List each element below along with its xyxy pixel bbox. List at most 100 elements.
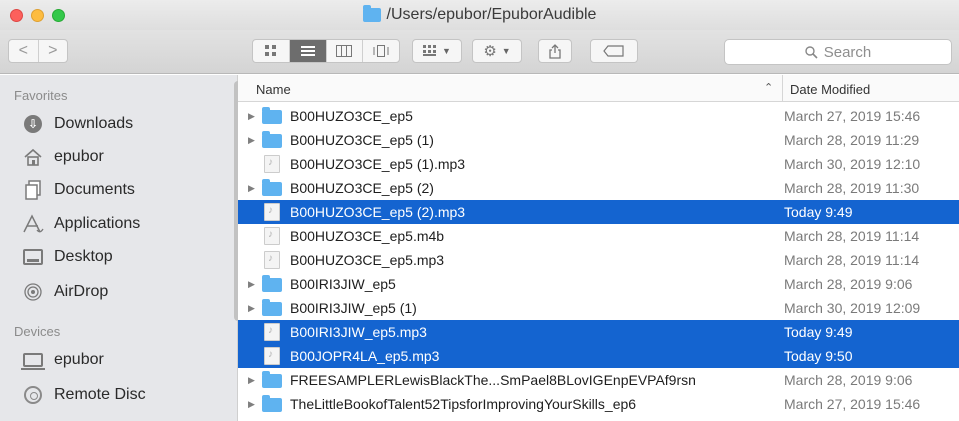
file-name: B00HUZO3CE_ep5.m4b [290, 228, 445, 244]
sidebar-item-label: Applications [54, 215, 141, 232]
sidebar-favorites-header: Favorites [14, 88, 68, 103]
arrange-grid-icon [423, 45, 437, 56]
date-modified: March 27, 2019 15:46 [784, 396, 921, 412]
icon-view-button[interactable] [253, 40, 289, 62]
laptop-icon [21, 349, 45, 371]
sidebar-item-label: Documents [54, 181, 135, 198]
disclosure-triangle-icon[interactable]: ▶ [238, 111, 262, 122]
date-modified: March 28, 2019 9:06 [784, 372, 913, 388]
tag-button[interactable] [590, 39, 638, 63]
back-button[interactable]: < [9, 40, 38, 62]
table-row[interactable]: ▶ B00HUZO3CE_ep5 (2) March 28, 2019 11:30 [238, 176, 959, 200]
file-name: B00IRI3JIW_ep5 [290, 276, 396, 292]
date-modified: Today 9:50 [784, 348, 853, 364]
sidebar-item-label: Remote Disc [54, 386, 146, 403]
column-divider[interactable] [782, 75, 783, 102]
sidebar: Favorites ⇩ Downloads epubor Documents A… [0, 75, 242, 421]
table-row[interactable]: ▶ B00HUZO3CE_ep5 March 27, 2019 15:46 [238, 104, 959, 128]
date-modified: March 28, 2019 9:06 [784, 276, 913, 292]
date-modified: March 28, 2019 11:30 [784, 180, 920, 196]
disclosure-triangle-icon[interactable]: ▶ [238, 303, 262, 314]
sidebar-item-label: Downloads [54, 115, 134, 132]
date-modified: March 28, 2019 11:14 [784, 228, 920, 244]
icon-view-icon [264, 45, 276, 56]
file-name: B00HUZO3CE_ep5.mp3 [290, 252, 445, 268]
audio-file-icon [264, 251, 280, 269]
sidebar-item-label: AirDrop [54, 283, 109, 300]
file-list: Name ⌃ Date Modified ▶ B00HUZO3CE_ep5 Marc… [238, 75, 959, 421]
documents-icon [22, 179, 44, 201]
sidebar-item-device-epubor[interactable]: epubor [21, 346, 104, 374]
search-icon [805, 45, 818, 59]
cover-flow-icon [373, 45, 389, 57]
folder-icon [262, 131, 282, 148]
sidebar-item-desktop[interactable]: Desktop [22, 243, 113, 271]
sidebar-item-remote-disc[interactable]: Remote Disc [22, 381, 146, 409]
sidebar-item-applications[interactable]: Applications [22, 210, 140, 238]
desktop-icon [22, 246, 44, 268]
table-row[interactable]: ▶ B00IRI3JIW_ep5 (1) March 30, 2019 12:09 [238, 296, 959, 320]
arrange-button[interactable]: ▼ [412, 39, 462, 63]
airdrop-icon [22, 281, 44, 303]
column-header-name[interactable]: Name [256, 82, 291, 97]
finder-window: /Users/epubor/EpuborAudible < > ▼ ⚙ ▼ Se… [0, 0, 959, 421]
table-row[interactable]: ▶ B00HUZO3CE_ep5 (1) March 28, 2019 11:29 [238, 128, 959, 152]
disclosure-triangle-icon[interactable]: ▶ [238, 399, 262, 410]
date-modified: March 27, 2019 15:46 [784, 108, 921, 124]
table-row-selected[interactable]: B00IRI3JIW_ep5.mp3 Today 9:49 [238, 320, 959, 344]
table-row[interactable]: B00HUZO3CE_ep5.m4b March 28, 2019 11:14 [238, 224, 959, 248]
file-name: B00HUZO3CE_ep5 [290, 108, 413, 124]
home-icon [22, 146, 44, 168]
file-name: FREESAMPLERLewisBlackThe...SmPael8BLovIG… [290, 372, 696, 388]
sort-ascending-icon: ⌃ [764, 82, 774, 94]
sidebar-item-label: epubor [54, 351, 104, 368]
cover-flow-view-button[interactable] [362, 40, 399, 62]
title-bar[interactable]: /Users/epubor/EpuborAudible [0, 0, 959, 30]
tag-icon [603, 45, 624, 57]
file-rows: ▶ B00HUZO3CE_ep5 March 27, 2019 15:46 ▶ B00… [238, 104, 959, 416]
applications-icon [22, 213, 44, 235]
action-button[interactable]: ⚙ ▼ [472, 39, 522, 63]
column-view-icon [336, 45, 353, 57]
table-row[interactable]: ▶ B00IRI3JIW_ep5 March 28, 2019 9:06 [238, 272, 959, 296]
column-header-date-modified[interactable]: Date Modified [790, 82, 870, 97]
toolbar: < > ▼ ⚙ ▼ Search [0, 30, 959, 74]
share-icon [549, 43, 561, 59]
table-row[interactable]: ▶ FREESAMPLERLewisBlackThe...SmPael8BLovI… [238, 368, 959, 392]
table-row[interactable]: ▶ TheLittleBookofTalent52TipsforImproving… [238, 392, 959, 416]
disclosure-triangle-icon[interactable]: ▶ [238, 135, 262, 146]
sidebar-item-downloads[interactable]: ⇩ Downloads [22, 110, 133, 138]
back-forward-group: < > [8, 39, 68, 63]
table-row[interactable]: B00HUZO3CE_ep5 (1).mp3 March 30, 2019 12:… [238, 152, 959, 176]
disclosure-triangle-icon[interactable]: ▶ [238, 183, 262, 194]
sidebar-item-documents[interactable]: Documents [22, 176, 135, 204]
sidebar-item-label: Desktop [54, 248, 113, 265]
search-field[interactable]: Search [724, 39, 952, 65]
table-row-selected[interactable]: B00HUZO3CE_ep5 (2).mp3 Today 9:49 [238, 200, 959, 224]
downloads-icon: ⇩ [22, 113, 44, 135]
date-modified: March 30, 2019 12:10 [784, 156, 921, 172]
chevron-down-icon: ▼ [442, 46, 451, 56]
table-row-selected[interactable]: B00JOPR4LA_ep5.mp3 Today 9:50 [238, 344, 959, 368]
disclosure-triangle-icon[interactable]: ▶ [238, 279, 262, 290]
file-name: B00JOPR4LA_ep5.mp3 [290, 348, 440, 364]
disclosure-triangle-icon[interactable]: ▶ [238, 375, 262, 386]
file-name: B00HUZO3CE_ep5 (2) [290, 180, 434, 196]
date-modified: Today 9:49 [784, 324, 853, 340]
list-view-button[interactable] [288, 40, 326, 62]
list-view-icon [300, 46, 315, 56]
file-name: B00HUZO3CE_ep5 (2).mp3 [290, 204, 466, 220]
column-view-button[interactable] [325, 40, 363, 62]
sidebar-item-airdrop[interactable]: AirDrop [22, 278, 108, 306]
date-modified: Today 9:49 [784, 204, 853, 220]
audio-file-icon [264, 227, 280, 245]
sidebar-devices-header: Devices [14, 324, 61, 339]
forward-button[interactable]: > [37, 40, 68, 62]
sidebar-item-epubor[interactable]: epubor [22, 143, 104, 171]
folder-icon [262, 299, 282, 316]
gear-icon: ⚙ [483, 43, 497, 60]
share-button[interactable] [538, 39, 572, 63]
folder-icon [262, 107, 282, 124]
audio-file-icon [264, 203, 280, 221]
table-row[interactable]: B00HUZO3CE_ep5.mp3 March 28, 2019 11:14 [238, 248, 959, 272]
